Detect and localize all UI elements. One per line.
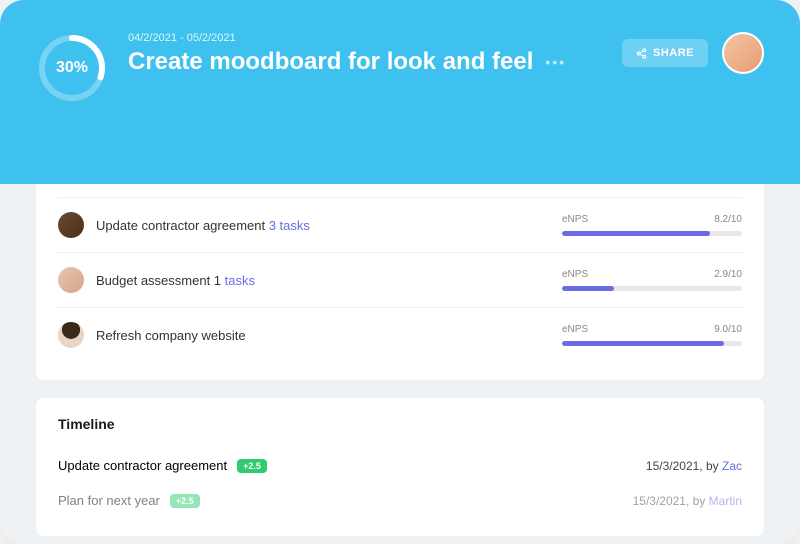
share-label: SHARE: [653, 47, 694, 59]
header-actions: SHARE: [622, 32, 764, 74]
target-text: Refresh company website: [96, 328, 550, 343]
timeline-text: Update contractor agreement: [58, 458, 227, 473]
author-link[interactable]: Martin: [709, 494, 742, 508]
metric-label: eNPS: [562, 214, 588, 225]
avatar: [58, 212, 84, 238]
metric-bar: [562, 341, 742, 346]
timeline-meta: 15/3/2021, by Zac: [646, 459, 742, 473]
timeline-row[interactable]: Update contractor agreement +2.5 15/3/20…: [58, 448, 742, 483]
metric-label: eNPS: [562, 269, 588, 280]
share-button[interactable]: SHARE: [622, 39, 708, 67]
metric-fill: [562, 341, 724, 346]
metric-bar: [562, 286, 742, 291]
metric-value: 2.9/10: [714, 269, 742, 280]
page-title: Create moodboard for look and feel: [128, 48, 533, 76]
timeline-text: Plan for next year: [58, 493, 160, 508]
metric-value: 8.2/10: [714, 214, 742, 225]
progress-ring: 30%: [36, 32, 108, 104]
timeline-title: Timeline: [58, 416, 742, 432]
metric-fill: [562, 286, 614, 291]
avatar[interactable]: [722, 32, 764, 74]
metric-bar: [562, 231, 742, 236]
header: 30% 04/2/2021 - 05/2/2021 Create moodboa…: [0, 0, 800, 184]
date-range: 04/2/2021 - 05/2/2021: [128, 32, 602, 44]
metric-value: 9.0/10: [714, 324, 742, 335]
project-card: 30% 04/2/2021 - 05/2/2021 Create moodboa…: [0, 0, 800, 544]
avatar: [58, 322, 84, 348]
share-icon: [636, 48, 647, 59]
progress-percent: 30%: [36, 32, 108, 104]
content: Targets + Add note Update contractor agr…: [0, 140, 800, 544]
tasks-link[interactable]: tasks: [225, 273, 255, 288]
metric-fill: [562, 231, 710, 236]
metric-label: eNPS: [562, 324, 588, 335]
target-row[interactable]: Budget assessment 1 tasks eNPS 2.9/10: [58, 252, 742, 307]
delta-badge: +2.5: [237, 459, 267, 473]
tasks-link[interactable]: 3 tasks: [269, 218, 310, 233]
timeline-panel: Timeline Update contractor agreement +2.…: [36, 398, 764, 536]
delta-badge: +2.5: [170, 494, 200, 508]
header-text: 04/2/2021 - 05/2/2021 Create moodboard f…: [128, 32, 602, 76]
timeline-row[interactable]: Plan for next year +2.5 15/3/2021, by Ma…: [58, 483, 742, 518]
target-row[interactable]: Refresh company website eNPS 9.0/10: [58, 307, 742, 362]
more-icon[interactable]: •••: [545, 54, 566, 70]
metric: eNPS 9.0/10: [562, 324, 742, 346]
timeline-meta: 15/3/2021, by Martin: [633, 494, 742, 508]
target-row[interactable]: Update contractor agreement 3 tasks eNPS…: [58, 197, 742, 252]
author-link[interactable]: Zac: [722, 459, 742, 473]
avatar: [58, 267, 84, 293]
metric: eNPS 8.2/10: [562, 214, 742, 236]
metric: eNPS 2.9/10: [562, 269, 742, 291]
target-text: Update contractor agreement 3 tasks: [96, 218, 550, 233]
target-text: Budget assessment 1 tasks: [96, 273, 550, 288]
